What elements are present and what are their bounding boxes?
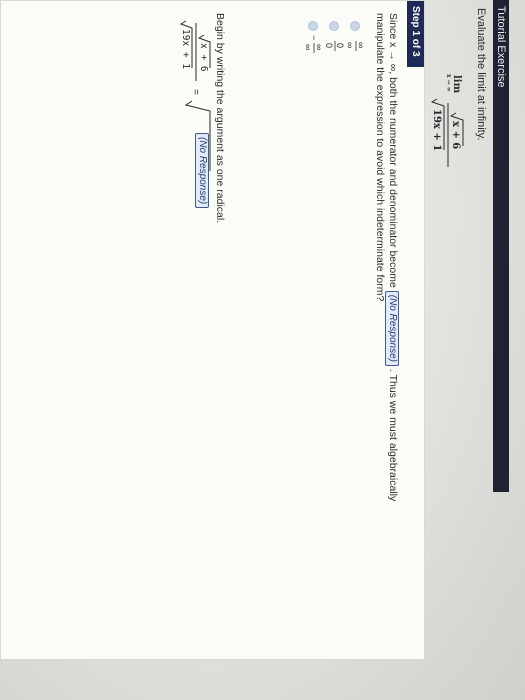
lim-subscript: x → ∞ — [445, 74, 452, 92]
svg-text:0: 0 — [335, 43, 345, 48]
rotated-screen: Tutorial Exercise Evaluate the limit at … — [0, 0, 525, 700]
svg-text:0: 0 — [324, 43, 334, 48]
svg-text:∞: ∞ — [303, 44, 313, 50]
question-line-1: Since x → ∞, both the numerator and deno… — [385, 13, 399, 501]
question-line-2: manipulate the expression to avoid which… — [374, 13, 386, 302]
eq-numerator: x + 6 — [198, 43, 209, 72]
step-panel: Step 1 of 3 Since x → ∞, both the numera… — [0, 0, 425, 660]
radio-button[interactable] — [308, 21, 318, 31]
header-title: Tutorial Exercise — [495, 6, 507, 88]
limit-fraction: x + 6 19x + 1 — [430, 98, 464, 167]
lim-word: lim — [451, 75, 462, 94]
limit-denominator: 19x + 1 — [431, 109, 442, 151]
instruction-text: Begin by writing the argument as one rad… — [214, 13, 226, 224]
question-part-1: Since x → ∞, both the numerator and deno… — [387, 13, 399, 288]
response-field-radical[interactable]: (No Response) — [195, 133, 209, 209]
svg-text:∞: ∞ — [314, 44, 324, 50]
tutorial-header: Tutorial Exercise — [493, 0, 509, 492]
option-fraction: 0 0 — [324, 41, 345, 51]
exercise-prompt: Evaluate the limit at infinity. — [475, 8, 487, 141]
eq-denominator: 19x + 1 — [180, 29, 191, 69]
radio-button[interactable] — [350, 21, 360, 31]
option-fraction: − ∞ ∞ — [303, 35, 324, 53]
response-field-form[interactable]: (No Response) — [385, 290, 399, 366]
svg-text:−: − — [309, 35, 319, 40]
limit-numerator: x + 6 — [450, 121, 461, 149]
question-part-2: . Thus we must algebraically — [387, 368, 399, 502]
step-label: Step 1 of 3 — [407, 1, 424, 67]
eq-sign: = — [190, 89, 201, 95]
svg-text:∞: ∞ — [356, 42, 366, 48]
svg-text:∞: ∞ — [345, 42, 355, 48]
option-fraction: ∞ ∞ — [345, 41, 366, 51]
radio-button[interactable] — [329, 21, 339, 31]
